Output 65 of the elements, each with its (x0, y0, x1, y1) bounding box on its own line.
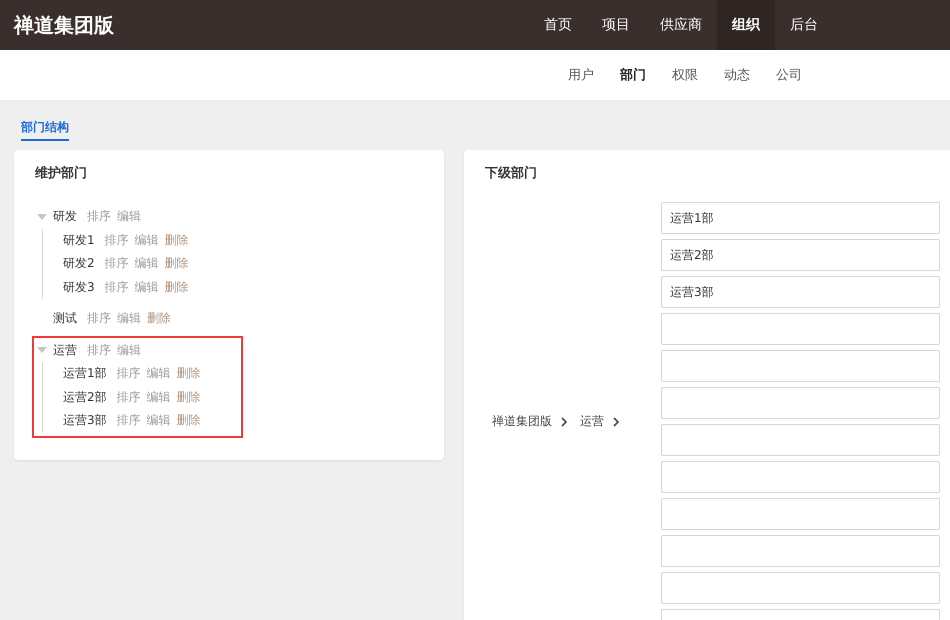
sort-link[interactable]: 排序 (104, 232, 129, 249)
caret-icon[interactable] (37, 346, 47, 354)
department-name: 运营1部 (63, 365, 107, 382)
edit-link[interactable]: 编辑 (146, 365, 171, 382)
subnav-tab[interactable]: 权限 (659, 50, 711, 100)
department-input[interactable]: 运营1部 (661, 202, 940, 234)
sort-link[interactable]: 排序 (104, 278, 129, 296)
edit-link[interactable]: 编辑 (117, 342, 141, 359)
department-name: 运营3部 (63, 412, 107, 430)
department-name: 运营2部 (63, 388, 107, 406)
card-title: 维护部门 (35, 164, 88, 182)
edit-link[interactable]: 编辑 (117, 310, 141, 328)
sort-link[interactable]: 排序 (87, 208, 111, 226)
department-input[interactable] (661, 313, 940, 345)
edit-link[interactable]: 编辑 (134, 278, 159, 296)
sort-link[interactable]: 排序 (104, 255, 129, 272)
sort-link[interactable]: 排序 (116, 388, 141, 406)
subnav-tab[interactable]: 公司 (763, 50, 815, 100)
page-tab[interactable]: 部门结构 (21, 119, 69, 141)
delete-link[interactable]: 删除 (164, 255, 189, 272)
nav-tab[interactable]: 后台 (775, 0, 833, 50)
nav-tab[interactable]: 首页 (529, 0, 587, 50)
department-name: 研发2 (63, 255, 95, 272)
chevron-icon (560, 416, 568, 426)
sort-link[interactable]: 排序 (87, 310, 111, 328)
department-input[interactable] (661, 424, 940, 456)
edit-link[interactable]: 编辑 (146, 388, 171, 406)
subnav-tab[interactable]: 动态 (711, 50, 763, 100)
department-name: 运营 (53, 342, 77, 359)
nav-tab[interactable]: 供应商 (645, 0, 717, 50)
department-input[interactable] (661, 535, 940, 567)
nav-tab[interactable]: 项目 (587, 0, 645, 50)
department-input[interactable] (661, 350, 940, 382)
edit-link[interactable]: 编辑 (134, 232, 159, 249)
caret-icon[interactable] (37, 212, 47, 221)
brand-title: 禅道集团版 (12, 12, 115, 39)
edit-link[interactable]: 编辑 (134, 255, 159, 272)
sort-link[interactable]: 排序 (116, 365, 141, 382)
nav-tab[interactable]: 组织 (717, 0, 775, 50)
sort-link[interactable]: 排序 (116, 412, 141, 430)
department-name: 研发3 (63, 278, 95, 296)
delete-link[interactable]: 删除 (176, 388, 201, 406)
department-input[interactable]: 运营3部 (661, 276, 940, 308)
edit-link[interactable]: 编辑 (146, 412, 171, 430)
card-title: 下级部门 (485, 164, 538, 182)
delete-link[interactable]: 删除 (164, 278, 189, 296)
department-input[interactable] (661, 498, 940, 530)
chevron-icon (612, 416, 620, 426)
subnav-tab[interactable]: 用户 (555, 50, 607, 100)
subnav-tab[interactable]: 部门 (607, 50, 659, 100)
delete-link[interactable]: 删除 (176, 365, 201, 382)
delete-link[interactable]: 删除 (176, 412, 201, 430)
department-name: 研发1 (63, 232, 95, 249)
department-input[interactable]: 运营2部 (661, 239, 940, 271)
department-name: 研发 (53, 208, 77, 226)
department-name: 测试 (53, 310, 77, 328)
delete-link[interactable]: 删除 (164, 232, 189, 249)
department-input[interactable] (661, 461, 940, 493)
edit-link[interactable]: 编辑 (117, 208, 141, 226)
delete-link[interactable]: 删除 (147, 310, 171, 328)
department-input[interactable] (661, 387, 940, 419)
breadcrumb-item: 运营 (580, 413, 604, 430)
breadcrumb-item: 禅道集团版 (492, 413, 552, 430)
sort-link[interactable]: 排序 (87, 342, 111, 359)
department-input[interactable] (661, 572, 940, 604)
